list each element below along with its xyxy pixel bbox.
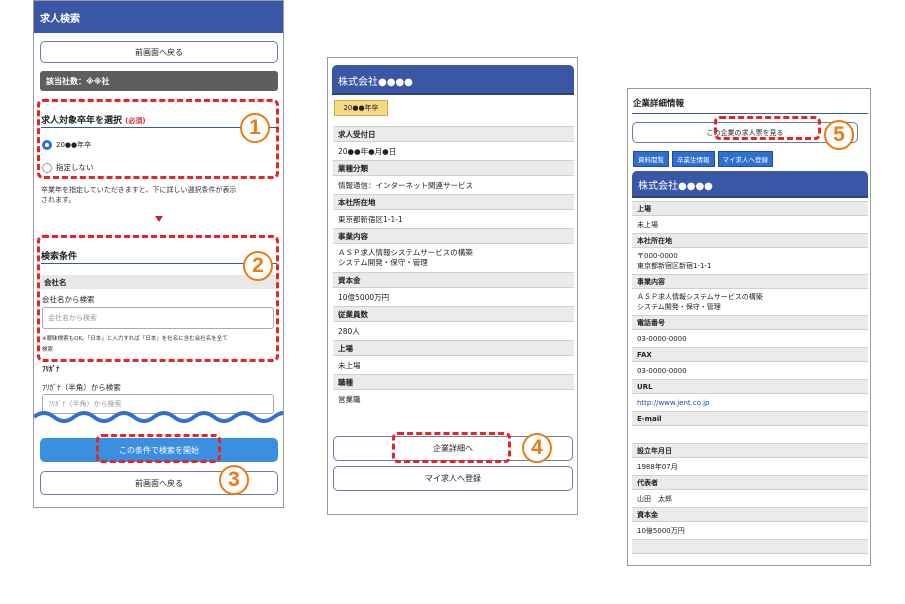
furigana-search-label: ﾌﾘｶﾞﾅ（半角）から検索 — [42, 383, 121, 392]
business-line-1: ＡＳＰ求人情報システムサービスの構築 — [338, 248, 473, 257]
detail-company-header: 株式会社●●●● — [632, 171, 868, 198]
detail-label-fax: FAX — [632, 347, 868, 362]
company-header: 株式会社●●●● — [332, 65, 574, 95]
row-value-capital: 10億5000万円 — [338, 292, 390, 302]
detail-value-email — [632, 426, 637, 443]
row-label-receipt-date: 求人受付日 — [333, 126, 574, 142]
highlight-box-3 — [96, 434, 221, 463]
detail-business-line-1: ＡＳＰ求人情報システムサービスの構築 — [637, 293, 763, 301]
grad-year-badge: 20●●年卒 — [334, 100, 388, 116]
company-info-table: 上場 未上場 本社所在地 〒000-0000 東京都新宿区新宿1-1-1 事業内… — [632, 201, 868, 565]
row-label-business: 事業内容 — [333, 228, 574, 244]
highlight-box-5 — [714, 116, 821, 140]
detail-label-phone: 電話番号 — [632, 315, 868, 330]
step-marker-1: 1 — [240, 113, 270, 143]
detail-business-line-2: システム開発・保守・管理 — [637, 303, 721, 311]
row-value-business: ＡＳＰ求人情報システムサービスの構築 システム開発・保守・管理 — [333, 244, 473, 272]
detail-label-email: E-mail — [632, 411, 868, 426]
row-label-capital: 資本金 — [333, 272, 574, 288]
highlight-box-4 — [392, 432, 511, 463]
year-note: 卒業年を指定していただきますと、下に詳しい選択条件が表示 されます。 — [41, 185, 237, 205]
year-note-line-2: されます。 — [41, 196, 76, 204]
tag-materials[interactable]: 資料閲覧 — [633, 151, 669, 167]
screen-title: 求人検索 — [40, 13, 80, 25]
company-count-bar: 該当社数：※※社 — [40, 71, 278, 91]
job-info-table: 求人受付日 20●●年●月●日 業種分類 情報通信：インターネット関連サービス … — [333, 126, 574, 428]
detail-value-fax: 03-0000-0000 — [637, 366, 687, 375]
detail-label-url: URL — [632, 379, 868, 394]
row-value-receipt-date: 20●●年●月●日 — [338, 146, 397, 156]
detail-value-representative: 山田 太郎 — [637, 494, 672, 503]
business-line-2: システム開発・保守・管理 — [338, 258, 428, 267]
detail-value-capital: 10億5000万円 — [637, 526, 685, 535]
row-label-job-type: 職種 — [333, 374, 574, 390]
detail-value-founded: 1988年07月 — [637, 462, 678, 471]
detail-title: 企業詳細情報 — [633, 99, 685, 109]
detail-label-capital: 資本金 — [632, 507, 868, 522]
detail-value-url[interactable]: http://www.jent.co.jp — [632, 394, 709, 411]
detail-value-hq: 〒000-0000 東京都新宿区新宿1-1-1 — [632, 248, 711, 274]
row-value-hq: 東京都新宿区1-1-1 — [338, 214, 403, 224]
tag-alumni[interactable]: 卒業生情報 — [672, 151, 715, 167]
row-value-employees: 280人 — [338, 326, 360, 336]
tag-register[interactable]: マイ求人へ登録 — [717, 151, 773, 167]
row-label-industry: 業種分類 — [333, 160, 574, 176]
detail-value-business: ＡＳＰ求人情報システムサービスの構築 システム開発・保守・管理 — [632, 289, 763, 315]
detail-value-listing: 未上場 — [637, 220, 658, 229]
row-label-listing: 上場 — [333, 340, 574, 356]
year-note-line-1: 卒業年を指定していただきますと、下に詳しい選択条件が表示 — [41, 186, 237, 194]
company-detail-screen: 企業詳細情報 この企業の求人票を見る 資料閲覧 卒業生情報 マイ求人へ登録 株式… — [627, 88, 871, 566]
down-arrow-icon — [155, 216, 163, 222]
detail-value-phone: 03-0000-0000 — [637, 334, 687, 343]
row-label-employees: 従業員数 — [333, 306, 574, 322]
detail-label-business: 事業内容 — [632, 274, 868, 289]
row-value-job-type: 営業職 — [338, 394, 361, 404]
company-count: 該当社数：※※社 — [46, 76, 110, 86]
detail-label-representative: 代表者 — [632, 475, 868, 490]
row-label-hq: 本社所在地 — [333, 194, 574, 210]
register-my-jobs-button[interactable]: マイ求人へ登録 — [333, 466, 573, 491]
detail-title-divider — [632, 113, 868, 114]
detail-tag-row: 資料閲覧 卒業生情報 マイ求人へ登録 — [633, 151, 773, 167]
step-marker-4: 4 — [522, 433, 552, 463]
furigana-label: ﾌﾘｶﾞﾅ — [42, 365, 60, 373]
highlight-box-1 — [37, 99, 279, 179]
step-marker-2: 2 — [243, 251, 273, 281]
screen-header: 求人検索 — [34, 1, 283, 33]
row-value-industry: 情報通信：インターネット関連サービス — [338, 180, 473, 190]
detail-label-listing: 上場 — [632, 201, 868, 216]
step-marker-5: 5 — [824, 120, 854, 150]
hq-postal: 〒000-0000 — [637, 252, 678, 260]
step-marker-3: 3 — [219, 465, 249, 495]
row-value-listing: 未上場 — [338, 360, 361, 370]
hq-address: 東京都新宿区新宿1-1-1 — [637, 262, 712, 270]
page-break-wave — [34, 411, 283, 423]
detail-label-hq: 本社所在地 — [632, 233, 868, 248]
detail-company-name: 株式会社●●●● — [638, 181, 713, 192]
detail-label-founded: 設立年月日 — [632, 443, 868, 458]
highlight-box-2 — [37, 235, 279, 362]
company-name: 株式会社●●●● — [338, 76, 413, 88]
back-button-top[interactable]: 前画面へ戻る — [40, 41, 278, 63]
detail-label-cutoff — [632, 539, 868, 554]
